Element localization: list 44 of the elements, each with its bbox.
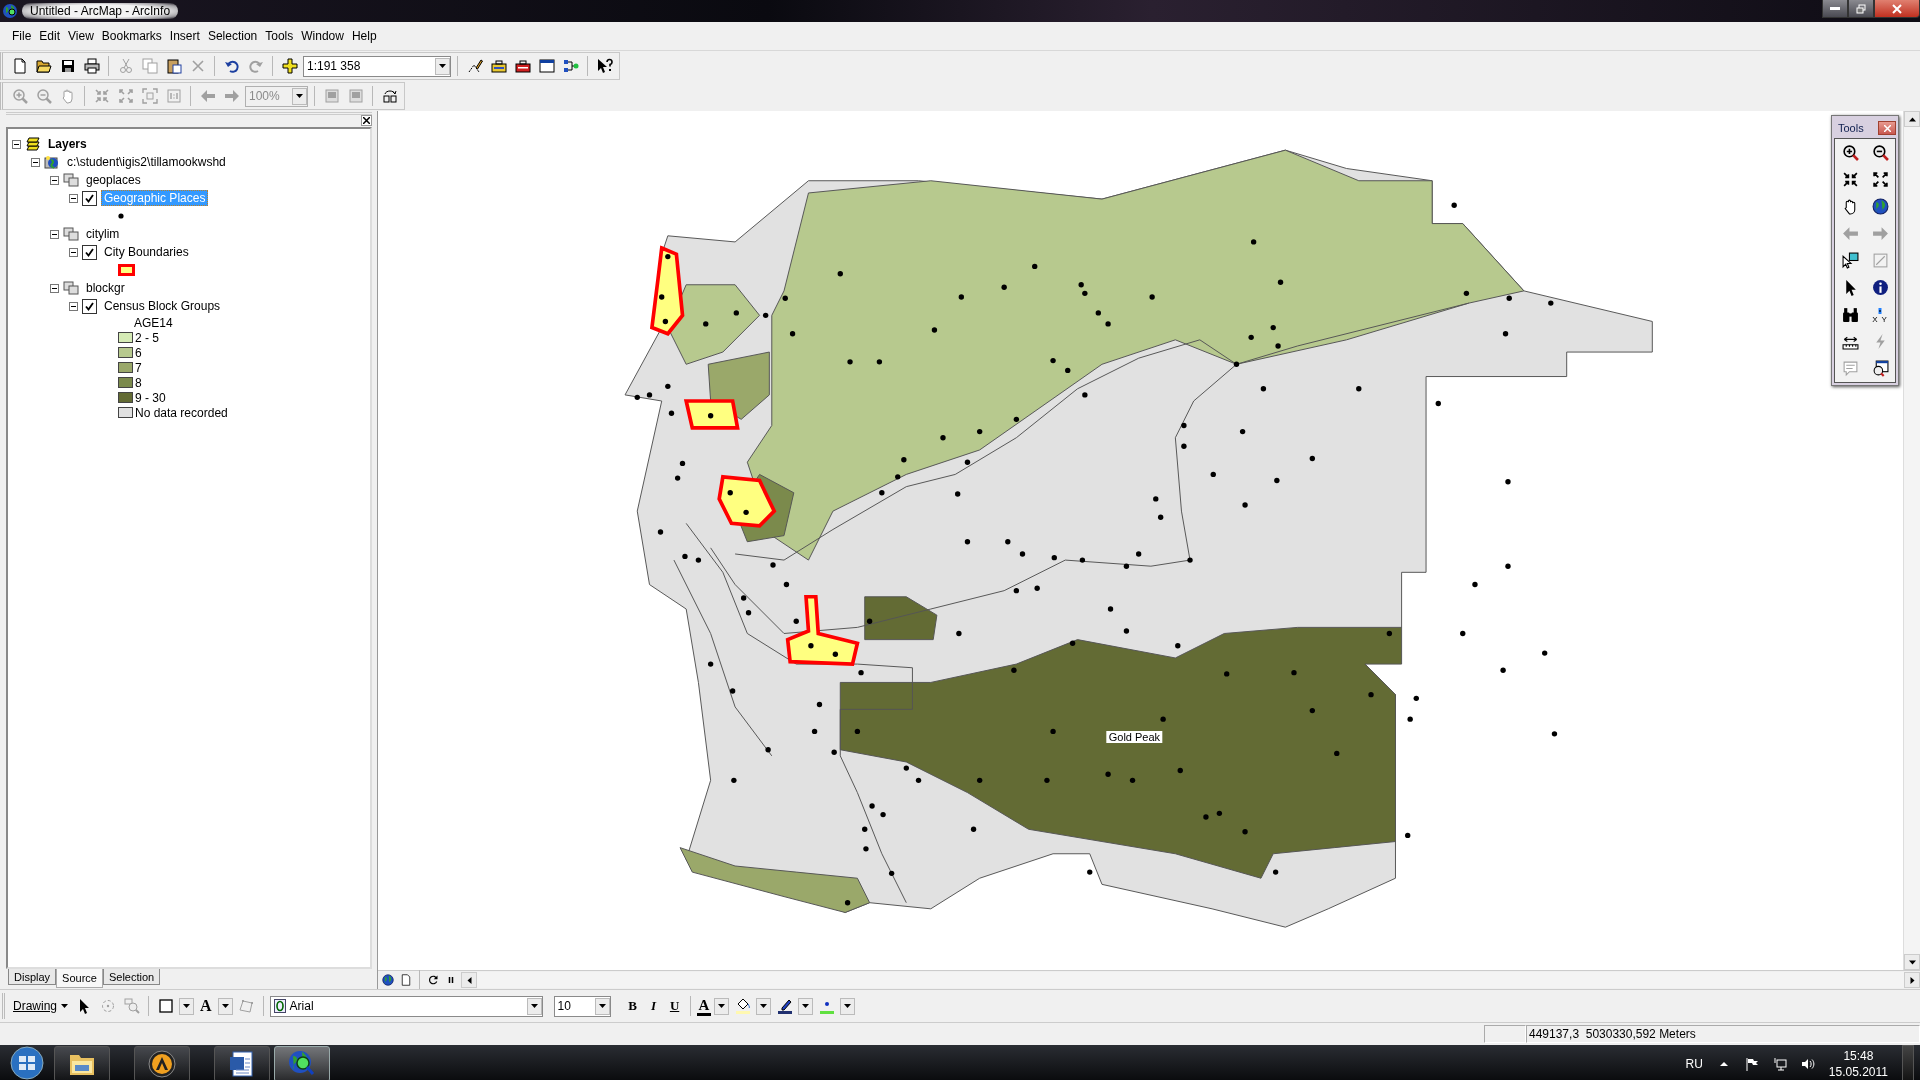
menu-item[interactable]: Edit — [35, 27, 65, 45]
underline-button[interactable]: U — [665, 995, 684, 1017]
folder-path[interactable]: c:\student\igis2\tillamookwshd — [64, 154, 229, 170]
menu-item[interactable]: Bookmarks — [97, 27, 166, 45]
group-layer-name[interactable]: blockgr — [83, 280, 128, 296]
tools-window-title: Tools — [1838, 122, 1864, 134]
menu-item[interactable]: Help — [347, 27, 381, 45]
data-frame-name[interactable]: Layers — [45, 136, 90, 152]
layer-name[interactable]: Census Block Groups — [101, 298, 224, 314]
menu-item[interactable]: Insert — [165, 27, 204, 45]
text-tool-button[interactable]: A — [197, 995, 215, 1017]
layer-name[interactable]: City Boundaries — [101, 244, 192, 260]
coordinates-readout: 449137,3 5030330,592 Meters — [1526, 1025, 1920, 1043]
font-size-dropdown[interactable]: 10 — [553, 995, 611, 1017]
group-layer-name[interactable]: citylim — [83, 226, 123, 242]
window-title: Untitled - ArcMap - ArcInfo — [22, 3, 179, 19]
group-layer-name[interactable]: geoplaces — [83, 172, 144, 188]
legend-class-label: 7 — [135, 360, 142, 375]
menu-item[interactable]: File — [8, 27, 36, 45]
clock-date: 15.05.2011 — [1828, 1064, 1888, 1080]
bold-button[interactable]: B — [623, 995, 642, 1017]
menu-item[interactable]: View — [64, 27, 98, 45]
legend-class-label: 9 - 30 — [135, 390, 166, 405]
legend-class-label: 2 - 5 — [135, 330, 159, 345]
map-label: Gold Peak — [1106, 731, 1163, 744]
menu-item[interactable]: Tools — [261, 27, 298, 45]
clock[interactable]: 15:48 15.05.2011 — [1828, 1048, 1888, 1080]
panel-tab[interactable]: Display — [8, 969, 57, 985]
panel-tab[interactable]: Selection — [102, 969, 161, 985]
map-scale-dropdown[interactable]: 1:191 358 — [303, 55, 451, 77]
font-color-button[interactable]: A — [696, 996, 712, 1016]
legend-field-name: AGE14 — [134, 315, 173, 330]
clock-time: 15:48 — [1843, 1048, 1874, 1064]
font-dropdown[interactable]: Arial — [269, 995, 543, 1017]
menu-item[interactable]: Selection — [203, 27, 262, 45]
target-button[interactable]: X Y — [1867, 304, 1893, 325]
drawing-menu[interactable]: Drawing — [11, 999, 70, 1013]
panel-tab[interactable]: Source — [56, 969, 103, 988]
menu-item[interactable]: Window — [297, 27, 348, 45]
legend-class-label: No data recorded — [135, 405, 228, 420]
legend-class-label: 6 — [135, 345, 142, 360]
language-indicator[interactable]: RU — [1685, 1057, 1703, 1071]
legend-class-label: 8 — [135, 375, 142, 390]
italic-button[interactable]: I — [644, 995, 663, 1017]
